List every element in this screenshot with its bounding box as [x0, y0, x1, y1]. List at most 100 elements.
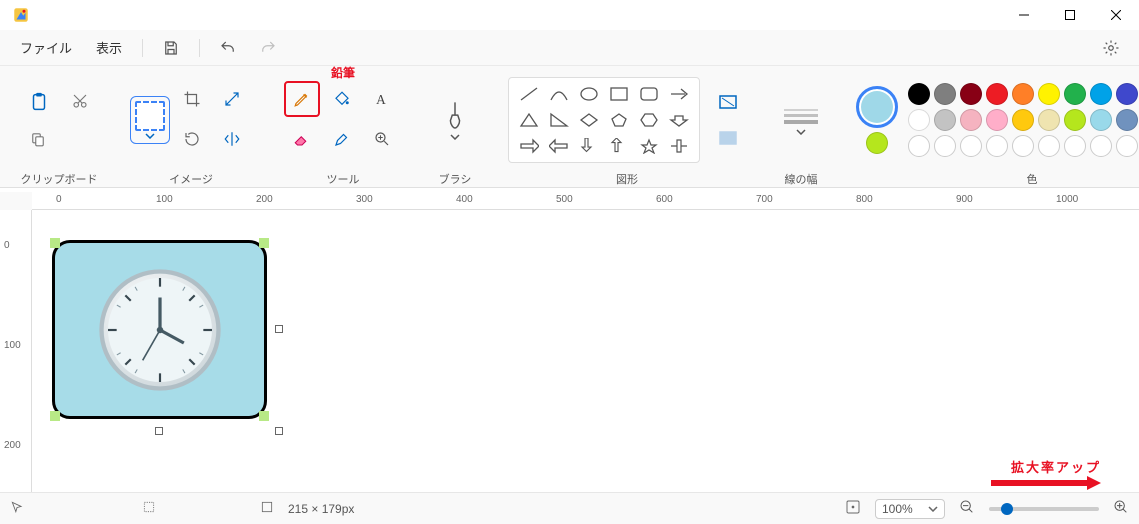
window-minimize-button[interactable] — [1001, 0, 1047, 30]
fit-screen-icon[interactable] — [845, 499, 861, 518]
canvas-size-icon — [260, 500, 274, 517]
menu-file[interactable]: ファイル — [12, 34, 80, 61]
ribbon-section-stroke: 線の幅 — [772, 70, 830, 187]
color-swatch[interactable] — [934, 109, 956, 131]
ribbon-section-shapes: 図形 — [502, 70, 752, 187]
color-swatch[interactable] — [1012, 109, 1034, 131]
color-swatch-empty[interactable] — [934, 135, 956, 157]
canvas-resize-handle-se[interactable] — [275, 427, 283, 435]
color-swatch-empty[interactable] — [986, 135, 1008, 157]
selection-handle[interactable] — [259, 238, 269, 248]
magnifier-tool[interactable] — [364, 121, 400, 157]
color-swatch[interactable] — [1038, 109, 1060, 131]
shape-fill-button[interactable] — [710, 120, 746, 156]
ribbon-section-clipboard: クリップボード — [14, 70, 104, 187]
canvas-area[interactable] — [32, 210, 1139, 492]
zoom-slider[interactable] — [989, 507, 1099, 511]
color-swatch[interactable] — [960, 83, 982, 105]
color-swatch[interactable] — [908, 109, 930, 131]
color1-swatch[interactable] — [856, 86, 898, 128]
save-button[interactable] — [155, 32, 187, 64]
color-swatch[interactable] — [1090, 83, 1112, 105]
rotate-button[interactable] — [174, 121, 210, 157]
select-tool[interactable] — [130, 96, 170, 144]
section-label: 線の幅 — [785, 171, 818, 187]
color-swatch-empty[interactable] — [1116, 135, 1138, 157]
color-swatch[interactable] — [1064, 83, 1086, 105]
cursor-position-icon — [10, 500, 24, 517]
section-label: 図形 — [616, 171, 638, 187]
color-swatch-empty[interactable] — [1038, 135, 1060, 157]
copy-button[interactable] — [20, 121, 56, 157]
section-label: 色 — [1027, 171, 1038, 187]
color-swatch-empty[interactable] — [1064, 135, 1086, 157]
menu-view[interactable]: 表示 — [88, 34, 130, 61]
color-swatch[interactable] — [986, 83, 1008, 105]
ruler-tick: 100 — [4, 340, 21, 351]
color-swatch[interactable] — [1038, 83, 1060, 105]
color-swatch[interactable] — [1064, 109, 1086, 131]
color-swatch[interactable] — [1116, 83, 1138, 105]
color-swatch[interactable] — [908, 83, 930, 105]
zoom-combo[interactable]: 100% — [875, 499, 945, 519]
text-tool[interactable]: A — [364, 81, 400, 117]
canvas-selection[interactable] — [52, 240, 267, 419]
crop-button[interactable] — [174, 81, 210, 117]
ruler-tick: 200 — [256, 194, 273, 205]
color-swatch[interactable] — [1012, 83, 1034, 105]
color-swatch[interactable] — [986, 109, 1008, 131]
vertical-ruler: 0100200 — [0, 210, 32, 492]
selection-handle[interactable] — [50, 411, 60, 421]
divider — [142, 39, 143, 57]
eraser-tool[interactable] — [284, 121, 320, 157]
color2-swatch[interactable] — [866, 132, 888, 154]
cut-button[interactable] — [62, 83, 98, 119]
zoom-in-button[interactable] — [1113, 499, 1129, 518]
color-swatch-empty[interactable] — [1012, 135, 1034, 157]
shape-outline-button[interactable] — [710, 84, 746, 120]
horizontal-ruler: 01002003004005006007008009001000 — [32, 192, 1139, 210]
stroke-width-button[interactable] — [778, 84, 824, 156]
zoom-slider-thumb[interactable] — [1001, 503, 1013, 515]
canvas-size: 215 × 179px — [288, 502, 354, 516]
color-picker-tool[interactable] — [324, 121, 360, 157]
color-swatch-empty[interactable] — [960, 135, 982, 157]
ribbon-section-image: イメージ — [124, 70, 258, 187]
resize-button[interactable] — [214, 81, 250, 117]
ruler-tick: 400 — [456, 194, 473, 205]
pencil-annotation: 鉛筆 — [331, 64, 355, 81]
shapes-gallery[interactable] — [508, 77, 700, 163]
color-swatch[interactable] — [934, 83, 956, 105]
ruler-tick: 1000 — [1056, 194, 1078, 205]
undo-button[interactable] — [212, 32, 244, 64]
pencil-tool[interactable] — [284, 81, 320, 117]
fill-tool[interactable] — [324, 81, 360, 117]
flip-button[interactable] — [214, 121, 250, 157]
ruler-tick: 600 — [656, 194, 673, 205]
color-swatch[interactable] — [1116, 109, 1138, 131]
zoom-value: 100% — [882, 502, 913, 516]
window-close-button[interactable] — [1093, 0, 1139, 30]
canvas-resize-handle-s[interactable] — [155, 427, 163, 435]
settings-button[interactable] — [1095, 32, 1127, 64]
chevron-down-icon — [928, 506, 938, 512]
ruler-tick: 0 — [56, 194, 62, 205]
ruler-tick: 900 — [956, 194, 973, 205]
color-swatch[interactable] — [1090, 109, 1112, 131]
ribbon-section-colors: 色 — [850, 70, 1139, 187]
selection-handle[interactable] — [50, 238, 60, 248]
color-swatch[interactable] — [960, 109, 982, 131]
brushes-button[interactable] — [434, 84, 476, 156]
select-icon — [135, 101, 165, 131]
paste-button[interactable] — [20, 83, 58, 121]
ruler-tick: 500 — [556, 194, 573, 205]
selection-indicator-icon — [142, 500, 156, 517]
redo-button[interactable] — [252, 32, 284, 64]
ruler-tick: 300 — [356, 194, 373, 205]
window-maximize-button[interactable] — [1047, 0, 1093, 30]
color-swatch-empty[interactable] — [908, 135, 930, 157]
canvas-resize-handle-e[interactable] — [275, 325, 283, 333]
selection-handle[interactable] — [259, 411, 269, 421]
color-swatch-empty[interactable] — [1090, 135, 1112, 157]
zoom-out-button[interactable] — [959, 499, 975, 518]
